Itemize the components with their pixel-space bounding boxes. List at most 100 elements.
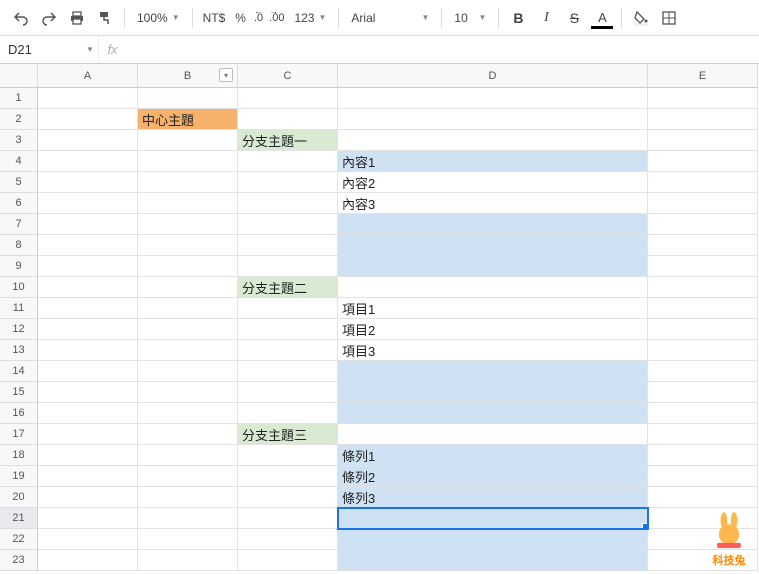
cell-B23[interactable] — [138, 550, 238, 571]
cell-B2[interactable]: 中心主題 — [138, 109, 238, 130]
bold-button[interactable]: B — [505, 5, 531, 31]
cell-D14[interactable] — [338, 361, 648, 382]
cell-D18[interactable]: 條列1 — [338, 445, 648, 466]
cell-E8[interactable] — [648, 235, 758, 256]
cell-E7[interactable] — [648, 214, 758, 235]
row-header[interactable]: 12 — [0, 319, 38, 340]
cell-C23[interactable] — [238, 550, 338, 571]
fill-color-button[interactable] — [628, 5, 654, 31]
format-123-dropdown[interactable]: 123▼ — [288, 5, 332, 31]
column-header-A[interactable]: A — [38, 64, 138, 88]
currency-button[interactable]: NT$ — [199, 5, 230, 31]
cell-E17[interactable] — [648, 424, 758, 445]
formula-input[interactable] — [126, 36, 759, 63]
row-header[interactable]: 14 — [0, 361, 38, 382]
zoom-dropdown[interactable]: 100%▼ — [131, 5, 186, 31]
cell-C8[interactable] — [238, 235, 338, 256]
cell-C1[interactable] — [238, 88, 338, 109]
cell-C2[interactable] — [238, 109, 338, 130]
cell-D4[interactable]: 內容1 — [338, 151, 648, 172]
cell-D7[interactable] — [338, 214, 648, 235]
cell-E20[interactable] — [648, 487, 758, 508]
cell-B4[interactable] — [138, 151, 238, 172]
row-header[interactable]: 20 — [0, 487, 38, 508]
strikethrough-button[interactable]: S — [561, 5, 587, 31]
cell-B7[interactable] — [138, 214, 238, 235]
cell-A3[interactable] — [38, 130, 138, 151]
cell-E5[interactable] — [648, 172, 758, 193]
cell-D9[interactable] — [338, 256, 648, 277]
cell-A16[interactable] — [38, 403, 138, 424]
cell-C10[interactable]: 分支主題二 — [238, 277, 338, 298]
cell-C5[interactable] — [238, 172, 338, 193]
cell-E10[interactable] — [648, 277, 758, 298]
row-header[interactable]: 21 — [0, 508, 38, 529]
cell-D1[interactable] — [338, 88, 648, 109]
row-header[interactable]: 10 — [0, 277, 38, 298]
cell-B8[interactable] — [138, 235, 238, 256]
cell-B1[interactable] — [138, 88, 238, 109]
cell-D22[interactable] — [338, 529, 648, 550]
decrease-decimal-button[interactable]: .0← — [252, 5, 265, 31]
cell-A9[interactable] — [38, 256, 138, 277]
row-header[interactable]: 6 — [0, 193, 38, 214]
cell-E13[interactable] — [648, 340, 758, 361]
cell-B14[interactable] — [138, 361, 238, 382]
row-header[interactable]: 23 — [0, 550, 38, 571]
cell-D12[interactable]: 項目2 — [338, 319, 648, 340]
cell-D13[interactable]: 項目3 — [338, 340, 648, 361]
cell-C3[interactable]: 分支主題一 — [238, 130, 338, 151]
cell-B11[interactable] — [138, 298, 238, 319]
cell-E3[interactable] — [648, 130, 758, 151]
cell-A2[interactable] — [38, 109, 138, 130]
cell-C21[interactable] — [238, 508, 338, 529]
cell-A22[interactable] — [38, 529, 138, 550]
cell-D15[interactable] — [338, 382, 648, 403]
cell-B15[interactable] — [138, 382, 238, 403]
cell-C12[interactable] — [238, 319, 338, 340]
cell-A6[interactable] — [38, 193, 138, 214]
select-all-corner[interactable] — [0, 64, 38, 88]
cell-A11[interactable] — [38, 298, 138, 319]
cell-E12[interactable] — [648, 319, 758, 340]
cell-A18[interactable] — [38, 445, 138, 466]
cell-C4[interactable] — [238, 151, 338, 172]
cell-C16[interactable] — [238, 403, 338, 424]
cell-C15[interactable] — [238, 382, 338, 403]
cell-A1[interactable] — [38, 88, 138, 109]
increase-decimal-button[interactable]: .00→ — [267, 5, 286, 31]
filter-icon[interactable]: ▾ — [219, 68, 233, 82]
row-header[interactable]: 4 — [0, 151, 38, 172]
cell-A12[interactable] — [38, 319, 138, 340]
cell-E18[interactable] — [648, 445, 758, 466]
cell-A20[interactable] — [38, 487, 138, 508]
cell-B13[interactable] — [138, 340, 238, 361]
text-color-button[interactable]: A — [589, 5, 615, 31]
cell-D11[interactable]: 項目1 — [338, 298, 648, 319]
cell-C9[interactable] — [238, 256, 338, 277]
cell-B16[interactable] — [138, 403, 238, 424]
cell-E2[interactable] — [648, 109, 758, 130]
row-header[interactable]: 17 — [0, 424, 38, 445]
redo-button[interactable] — [36, 5, 62, 31]
cell-E15[interactable] — [648, 382, 758, 403]
cell-D10[interactable] — [338, 277, 648, 298]
cell-B9[interactable] — [138, 256, 238, 277]
row-header[interactable]: 16 — [0, 403, 38, 424]
cell-B19[interactable] — [138, 466, 238, 487]
cell-C17[interactable]: 分支主題三 — [238, 424, 338, 445]
borders-button[interactable] — [656, 5, 682, 31]
cell-C7[interactable] — [238, 214, 338, 235]
cell-C13[interactable] — [238, 340, 338, 361]
cell-E16[interactable] — [648, 403, 758, 424]
cell-A14[interactable] — [38, 361, 138, 382]
cell-B17[interactable] — [138, 424, 238, 445]
percent-button[interactable]: % — [231, 5, 250, 31]
cell-A7[interactable] — [38, 214, 138, 235]
cell-B10[interactable] — [138, 277, 238, 298]
cell-A10[interactable] — [38, 277, 138, 298]
italic-button[interactable]: I — [533, 5, 559, 31]
row-header[interactable]: 18 — [0, 445, 38, 466]
column-header-B[interactable]: B▾ — [138, 64, 238, 88]
cell-B22[interactable] — [138, 529, 238, 550]
